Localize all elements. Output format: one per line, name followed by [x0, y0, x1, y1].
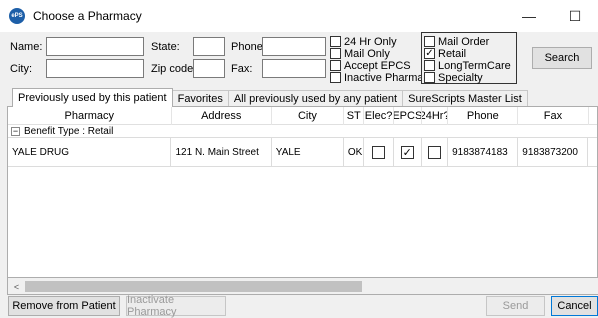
phone-label: Phone:	[231, 41, 266, 53]
checkbox-box	[424, 36, 435, 47]
app-logo-icon: ePS	[9, 8, 25, 24]
hr24-only-label: 24 Hr Only	[344, 35, 397, 48]
col-pharmacy[interactable]: Pharmacy	[8, 107, 172, 125]
elec-checkbox[interactable]	[372, 145, 386, 159]
cell-city: YALE	[272, 138, 344, 166]
tab-previously-used[interactable]: Previously used by this patient	[12, 88, 173, 107]
mail-only-label: Mail Only	[344, 47, 390, 60]
zip-input[interactable]	[193, 59, 225, 78]
tab-favorites[interactable]: Favorites	[171, 90, 229, 107]
name-input[interactable]	[46, 37, 144, 56]
phone-input[interactable]	[262, 37, 326, 56]
tab-surescripts-master[interactable]: SureScripts Master List	[402, 90, 528, 107]
group-label: Benefit Type : Retail	[24, 125, 114, 137]
window-title: Choose a Pharmacy	[33, 9, 142, 23]
tab-all-previously-used[interactable]: All previously used by any patient	[227, 90, 404, 107]
cell-address: 121 N. Main Street	[171, 138, 272, 166]
table-row[interactable]: YALE DRUG 121 N. Main Street YALE OK ✓ 9…	[8, 137, 597, 167]
cell-24hr	[422, 138, 449, 166]
remove-from-patient-button[interactable]: Remove from Patient	[8, 296, 120, 316]
checkbox-box	[424, 72, 435, 83]
col-city[interactable]: City	[272, 107, 344, 125]
retail-label: Retail	[438, 47, 467, 60]
col-epcs[interactable]: EPCS	[394, 107, 422, 125]
specialty-label: Specialty	[438, 71, 483, 84]
city-input[interactable]	[46, 59, 144, 78]
state-input[interactable]	[193, 37, 225, 56]
fax-input[interactable]	[262, 59, 326, 78]
cancel-button[interactable]: Cancel	[551, 296, 598, 316]
send-button[interactable]: Send	[486, 296, 545, 316]
cell-pharmacy: YALE DRUG	[8, 138, 172, 166]
hr24-checkbox[interactable]	[427, 145, 441, 159]
inactivate-pharmacy-button[interactable]: Inactivate Pharmacy	[126, 294, 226, 318]
long-term-care-label: LongTermCare	[438, 59, 511, 72]
name-label: Name:	[10, 41, 43, 53]
city-label: City:	[10, 63, 32, 75]
group-row[interactable]: − Benefit Type : Retail	[8, 125, 597, 137]
col-st[interactable]: ST	[344, 107, 365, 125]
col-address[interactable]: Address	[172, 107, 272, 125]
state-label: State:	[151, 41, 180, 53]
pharmacy-grid[interactable]: Pharmacy Address City ST Elec? EPCS 24Hr…	[7, 106, 598, 278]
checkbox-box	[330, 36, 341, 47]
inactive-pharmacy-checkbox[interactable]: Inactive Pharmacy	[330, 71, 434, 84]
checkmark-icon: ✓	[424, 47, 435, 59]
horizontal-scrollbar[interactable]: <	[7, 278, 598, 295]
title-bar: ePS Choose a Pharmacy — ☐ ✕	[0, 0, 598, 32]
zip-label: Zip code:	[151, 63, 197, 75]
epcs-checkbox[interactable]: ✓	[400, 145, 414, 159]
maximize-button[interactable]: ☐	[552, 0, 598, 32]
grid-header: Pharmacy Address City ST Elec? EPCS 24Hr…	[8, 107, 597, 125]
col-elec[interactable]: Elec?	[364, 107, 394, 125]
mail-order-label: Mail Order	[438, 35, 490, 48]
cell-phone: 9183874183	[448, 138, 519, 166]
scroll-left-icon[interactable]: <	[10, 280, 23, 293]
cell-fax: 9183873200	[518, 138, 589, 166]
col-extra[interactable]: I	[589, 107, 597, 125]
specialty-checkbox[interactable]: Specialty	[424, 71, 483, 84]
cell-elec	[364, 138, 394, 166]
cell-st: OK	[344, 138, 365, 166]
checkbox-box	[424, 60, 435, 71]
accept-epcs-label: Accept EPCS	[344, 59, 411, 72]
search-button[interactable]: Search	[532, 47, 592, 69]
fax-label: Fax:	[231, 63, 253, 75]
col-24hr[interactable]: 24Hr?	[422, 107, 449, 125]
checkbox-box	[330, 48, 341, 59]
col-fax[interactable]: Fax	[518, 107, 589, 125]
scroll-thumb[interactable]	[25, 281, 362, 292]
tab-strip: Previously used by this patient Favorite…	[12, 88, 528, 107]
col-phone[interactable]: Phone	[448, 107, 519, 125]
minimize-button[interactable]: —	[506, 0, 552, 32]
cell-epcs: ✓	[394, 138, 422, 166]
checkbox-box	[330, 60, 341, 71]
cell-extra	[588, 138, 597, 166]
checkbox-box	[330, 72, 341, 83]
collapse-icon[interactable]: −	[11, 126, 20, 136]
